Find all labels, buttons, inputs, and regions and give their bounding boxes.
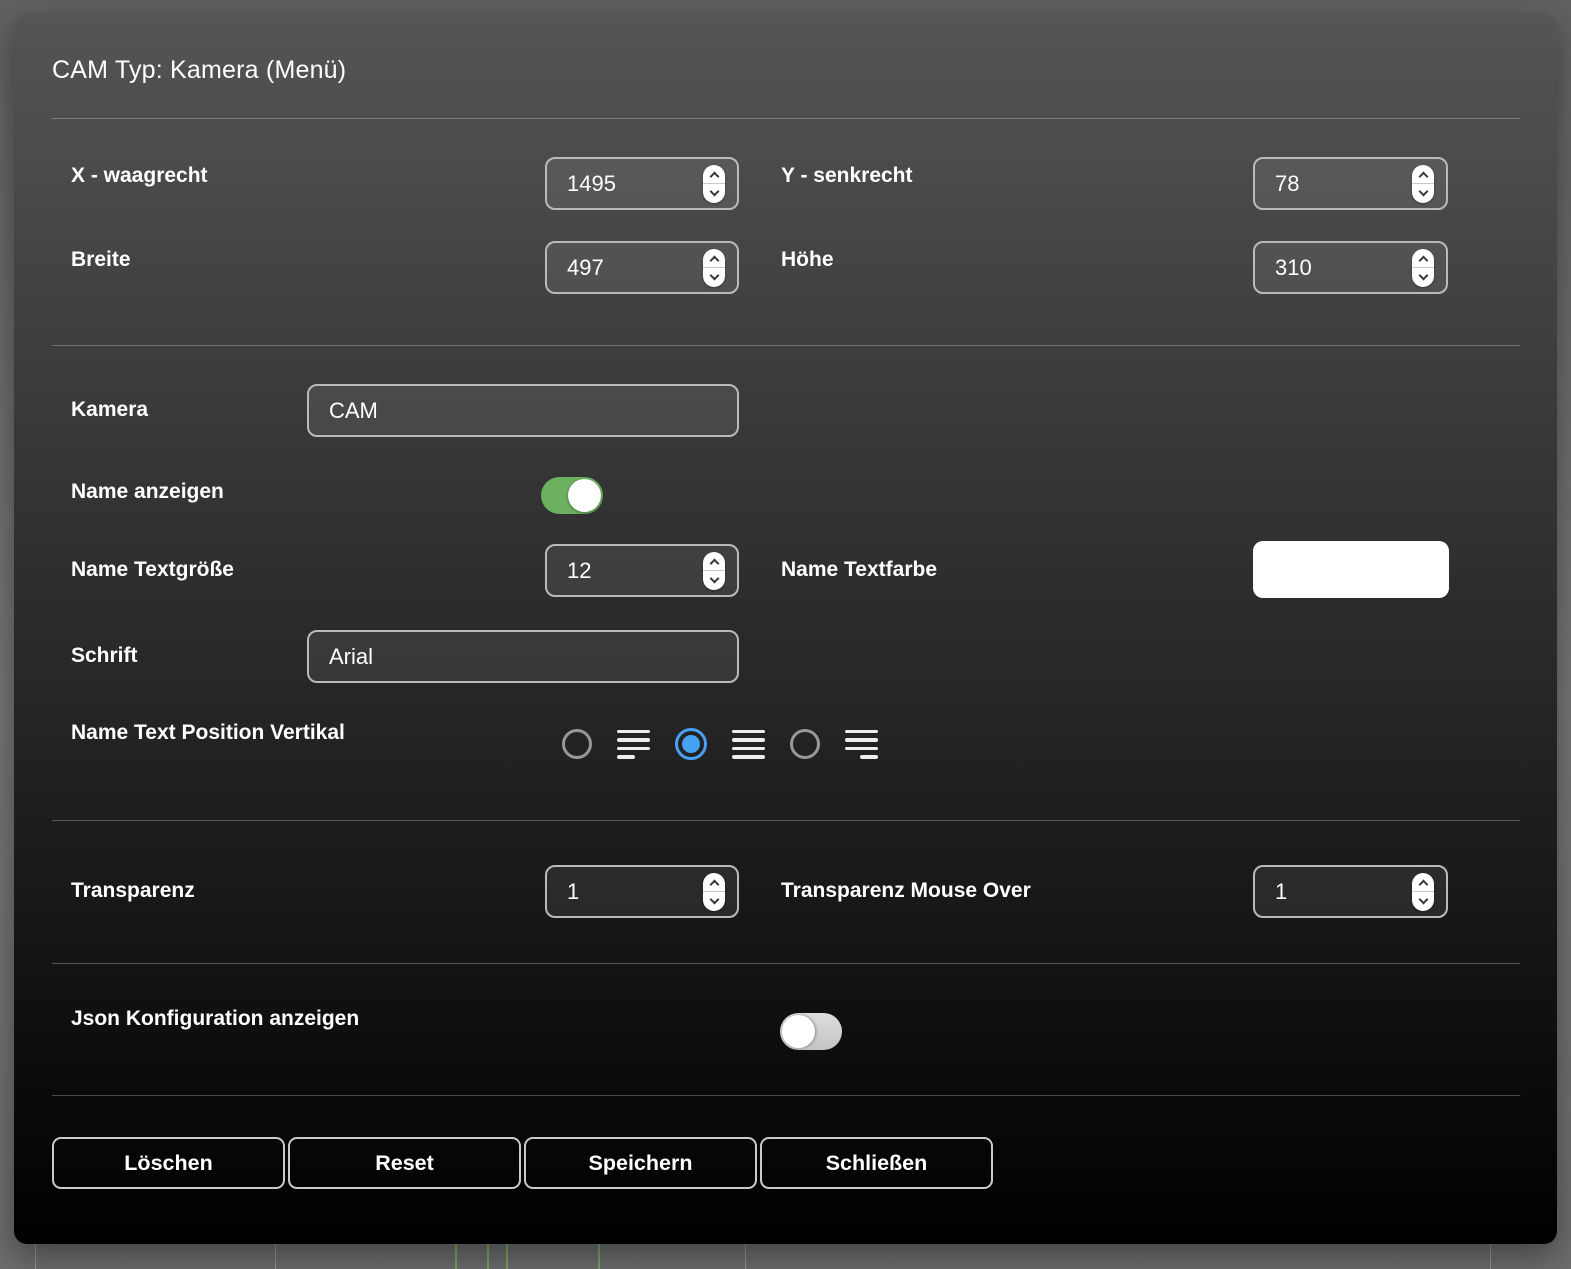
stepper-icon[interactable]	[703, 248, 725, 287]
stepper-divider	[703, 267, 725, 268]
chevron-up-icon[interactable]	[1418, 171, 1428, 181]
chevron-down-icon[interactable]	[709, 894, 719, 904]
width-field[interactable]	[545, 241, 739, 294]
chevron-up-icon[interactable]	[1418, 255, 1428, 265]
name-text-position-radio-group	[562, 727, 878, 761]
chevron-down-icon[interactable]	[709, 270, 719, 280]
font-label: Schrift	[71, 644, 138, 667]
json-config-label: Json Konfiguration anzeigen	[71, 1007, 360, 1030]
divider	[52, 118, 1520, 119]
align-middle-icon	[732, 729, 765, 759]
divider	[52, 820, 1520, 821]
save-button[interactable]: Speichern	[524, 1137, 757, 1189]
name-text-color-swatch[interactable]	[1253, 541, 1449, 598]
divider	[52, 345, 1520, 346]
stepper-icon[interactable]	[703, 164, 725, 203]
x-label: X - waagrecht	[71, 164, 208, 187]
transparency-mouseover-label: Transparenz Mouse Over	[781, 879, 1031, 902]
toggle-knob	[782, 1015, 815, 1048]
camera-input[interactable]	[309, 386, 737, 435]
dialog-button-row: Löschen Reset Speichern Schließen	[52, 1137, 993, 1189]
divider	[52, 963, 1520, 964]
stepper-divider	[1412, 183, 1434, 184]
y-label: Y - senkrecht	[781, 164, 913, 187]
stepper-divider	[1412, 267, 1434, 268]
background-plan-line	[455, 1244, 457, 1269]
name-text-size-field[interactable]	[545, 544, 739, 597]
camera-settings-dialog: CAM Typ: Kamera (Menü) X - waagrecht Y -…	[14, 14, 1557, 1244]
chevron-up-icon[interactable]	[709, 558, 719, 568]
transparency-field[interactable]	[545, 865, 739, 918]
name-text-position-label: Name Text Position Vertikal	[71, 721, 345, 744]
name-position-radio-bottom[interactable]	[790, 729, 820, 759]
camera-field[interactable]	[307, 384, 739, 437]
background-plan-line	[487, 1244, 489, 1269]
chevron-down-icon[interactable]	[709, 573, 719, 583]
show-name-toggle[interactable]	[541, 477, 603, 514]
stepper-divider	[703, 183, 725, 184]
stepper-icon[interactable]	[1412, 248, 1434, 287]
y-field[interactable]	[1253, 157, 1448, 210]
chevron-down-icon[interactable]	[1418, 270, 1428, 280]
transparency-mouseover-field[interactable]	[1253, 865, 1448, 918]
toggle-knob	[568, 479, 601, 512]
background-grid-line	[275, 1244, 276, 1269]
background-grid-line	[35, 1244, 36, 1269]
stepper-icon[interactable]	[703, 551, 725, 590]
chevron-up-icon[interactable]	[709, 171, 719, 181]
divider	[52, 1095, 1520, 1096]
height-field[interactable]	[1253, 241, 1448, 294]
background-grid-line	[745, 1244, 746, 1269]
reset-button[interactable]: Reset	[288, 1137, 521, 1189]
chevron-up-icon[interactable]	[709, 255, 719, 265]
stepper-divider	[1412, 891, 1434, 892]
stepper-icon[interactable]	[703, 872, 725, 911]
dialog-title: CAM Typ: Kamera (Menü)	[52, 56, 347, 84]
name-position-radio-top[interactable]	[562, 729, 592, 759]
align-bottom-icon	[845, 729, 878, 759]
show-name-label: Name anzeigen	[71, 480, 224, 503]
width-label: Breite	[71, 248, 131, 271]
stepper-icon[interactable]	[1412, 872, 1434, 911]
close-button[interactable]: Schließen	[760, 1137, 993, 1189]
chevron-up-icon[interactable]	[1418, 879, 1428, 889]
align-top-icon	[617, 729, 650, 759]
page-background: { "dialog": { "title": "CAM Typ: Kamera …	[0, 0, 1571, 1269]
stepper-divider	[703, 891, 725, 892]
chevron-down-icon[interactable]	[1418, 186, 1428, 196]
transparency-label: Transparenz	[71, 879, 195, 902]
stepper-divider	[703, 570, 725, 571]
x-field[interactable]	[545, 157, 739, 210]
name-position-radio-middle[interactable]	[675, 728, 707, 760]
chevron-up-icon[interactable]	[709, 879, 719, 889]
height-label: Höhe	[781, 248, 834, 271]
background-plan-line	[598, 1244, 600, 1269]
font-field[interactable]	[307, 630, 739, 683]
json-config-toggle[interactable]	[780, 1013, 842, 1050]
name-text-size-label: Name Textgröße	[71, 558, 234, 581]
name-text-color-label: Name Textfarbe	[781, 558, 938, 581]
background-plan-line	[506, 1244, 508, 1269]
font-input[interactable]	[309, 632, 737, 681]
chevron-down-icon[interactable]	[709, 186, 719, 196]
camera-label: Kamera	[71, 398, 149, 421]
chevron-down-icon[interactable]	[1418, 894, 1428, 904]
delete-button[interactable]: Löschen	[52, 1137, 285, 1189]
stepper-icon[interactable]	[1412, 164, 1434, 203]
background-grid-line	[1490, 1244, 1491, 1269]
